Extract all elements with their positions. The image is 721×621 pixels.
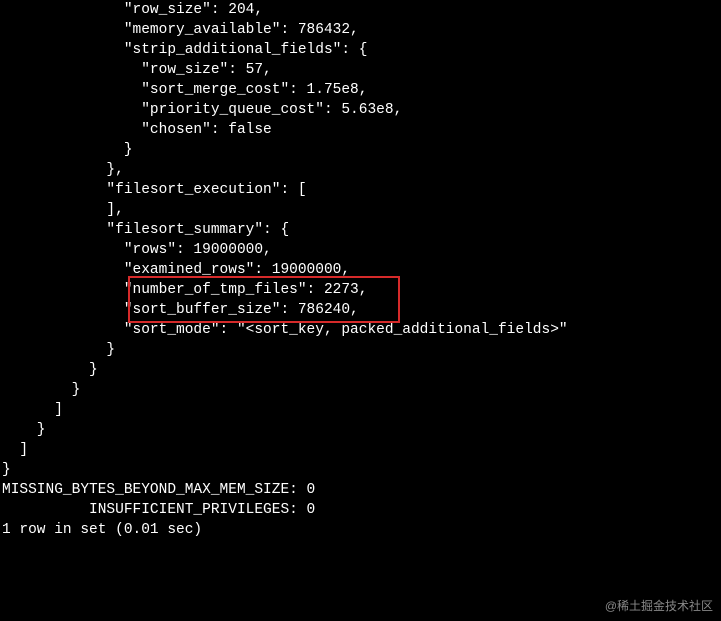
code-line: "memory_available": 786432, [2,22,359,38]
code-line: "priority_queue_cost": 5.63e8, [2,102,402,118]
code-line: "chosen": false [2,122,272,138]
code-line: "examined_rows": 19000000, [2,262,350,278]
code-line: "filesort_execution": [ [2,182,307,198]
code-line: } [2,382,80,398]
code-line: "filesort_summary": { [2,222,289,238]
code-line: MISSING_BYTES_BEYOND_MAX_MEM_SIZE: 0 [2,482,315,498]
code-line: } [2,422,46,438]
code-line: "sort_merge_cost": 1.75e8, [2,82,367,98]
code-line: INSUFFICIENT_PRIVILEGES: 0 [2,502,315,518]
code-line: ] [2,402,63,418]
code-line: } [2,362,98,378]
code-line: ], [2,202,124,218]
code-line: "strip_additional_fields": { [2,42,367,58]
watermark: @稀土掘金技术社区 [605,598,713,615]
code-line: "rows": 19000000, [2,242,272,258]
code-line: } [2,342,115,358]
code-block: "row_size": 204, "memory_available": 786… [0,0,721,540]
code-line: } [2,462,11,478]
code-line: "row_size": 204, [2,2,263,18]
code-line: } [2,142,133,158]
code-line: "sort_buffer_size": 786240, [2,302,359,318]
code-line: "sort_mode": "<sort_key, packed_addition… [2,322,568,338]
code-line: 1 row in set (0.01 sec) [2,522,202,538]
code-line: ] [2,442,28,458]
code-line: "number_of_tmp_files": 2273, [2,282,367,298]
code-line: "row_size": 57, [2,62,272,78]
code-line: }, [2,162,124,178]
